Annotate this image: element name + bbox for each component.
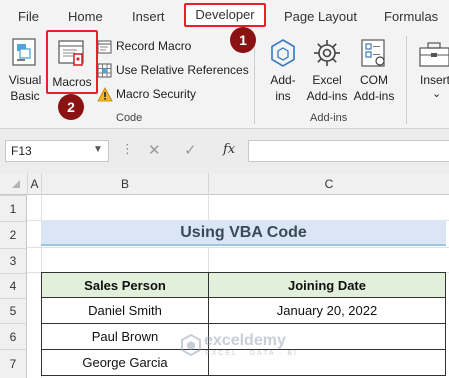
record-macro-button[interactable]: Record Macro bbox=[97, 38, 227, 56]
excel-add-ins-button[interactable]: Excel Add-ins bbox=[304, 34, 350, 104]
select-all-corner[interactable] bbox=[12, 180, 20, 188]
macro-security-button[interactable]: Macro Security bbox=[97, 86, 207, 104]
add-ins-label-line2: ins bbox=[275, 89, 291, 103]
com-add-ins-button[interactable]: COM Add-ins bbox=[351, 34, 397, 104]
use-relative-references-button[interactable]: Use Relative References bbox=[97, 62, 249, 80]
insert-caret-icon: ⌄ bbox=[432, 88, 442, 100]
enter-icon[interactable]: ✓ bbox=[184, 141, 197, 159]
tab-page-layout[interactable]: Page Layout bbox=[284, 9, 357, 24]
group-separator bbox=[254, 36, 255, 124]
header-cell-sales-person[interactable]: Sales Person bbox=[41, 272, 209, 298]
watermark-name: exceldemy bbox=[204, 332, 286, 349]
add-ins-icon bbox=[271, 39, 295, 67]
header-cell-joining-date[interactable]: Joining Date bbox=[208, 272, 446, 298]
tab-formulas[interactable]: Formulas bbox=[384, 9, 438, 24]
excel-add-ins-label-line1: Excel bbox=[312, 73, 342, 87]
table-cell[interactable]: Daniel Smith bbox=[41, 298, 209, 324]
add-ins-group-label: Add-ins bbox=[310, 112, 348, 124]
relative-references-icon bbox=[97, 63, 112, 78]
formula-bar-resize-handle[interactable]: ⋮ bbox=[121, 141, 134, 157]
record-macro-label: Record Macro bbox=[116, 39, 192, 53]
step-badge-2: 2 bbox=[58, 94, 84, 120]
com-add-ins-label-line1: COM bbox=[360, 73, 388, 87]
gridline bbox=[27, 247, 449, 248]
add-ins-button[interactable]: Add- ins bbox=[262, 34, 304, 104]
sheet-title-cell[interactable]: Using VBA Code bbox=[41, 220, 446, 246]
row-header-7[interactable]: 7 bbox=[0, 349, 27, 378]
ribbon-tab-bar: File Home Insert Developer Page Layout F… bbox=[0, 0, 449, 32]
com-add-ins-label-line2: Add-ins bbox=[353, 89, 395, 103]
warning-icon bbox=[97, 87, 113, 102]
insert-function-icon[interactable]: fx bbox=[223, 142, 235, 157]
gear-icon bbox=[314, 40, 340, 66]
row-header-4[interactable]: 4 bbox=[0, 273, 27, 298]
use-relative-references-label: Use Relative References bbox=[116, 63, 249, 77]
column-headers: A B C bbox=[0, 173, 449, 195]
macros-label: Macros bbox=[52, 75, 92, 89]
com-add-ins-icon bbox=[361, 39, 385, 67]
add-ins-label-line1: Add- bbox=[270, 73, 296, 87]
visual-basic-label-line2: Basic bbox=[10, 89, 40, 103]
visual-basic-label-line1: Visual bbox=[8, 73, 42, 87]
gridline bbox=[208, 195, 209, 220]
exceldemy-logo-icon bbox=[181, 334, 201, 356]
tab-home[interactable]: Home bbox=[68, 9, 103, 24]
tab-file[interactable]: File bbox=[18, 9, 39, 24]
tab-developer[interactable]: Developer bbox=[184, 3, 266, 27]
formula-bar: F13 ▼ ⋮ ✕ ✓ fx bbox=[0, 129, 449, 173]
code-group-label: Code bbox=[116, 112, 143, 124]
macro-security-label: Macro Security bbox=[116, 87, 197, 101]
column-header-c[interactable]: C bbox=[208, 173, 449, 195]
tab-insert[interactable]: Insert bbox=[132, 9, 165, 24]
row-header-2[interactable]: 2 bbox=[0, 221, 27, 248]
record-macro-icon bbox=[97, 40, 112, 54]
column-header-b[interactable]: B bbox=[41, 173, 208, 195]
insert-controls-button[interactable]: Insert ⌄ bbox=[412, 34, 449, 104]
visual-basic-icon bbox=[12, 38, 36, 66]
visual-basic-button[interactable]: Visual Basic bbox=[4, 34, 46, 104]
step-badge-1: 1 bbox=[230, 27, 256, 53]
row-header-3[interactable]: 3 bbox=[0, 248, 27, 273]
row-header-6[interactable]: 6 bbox=[0, 323, 27, 349]
row-header-5[interactable]: 5 bbox=[0, 298, 27, 323]
toolbox-icon bbox=[419, 42, 449, 67]
formula-input[interactable] bbox=[248, 140, 449, 162]
group-separator bbox=[406, 36, 407, 124]
macros-button[interactable]: Macros bbox=[49, 34, 95, 92]
watermark-tagline: EXCEL · DATA · BI bbox=[205, 350, 298, 357]
excel-add-ins-label-line2: Add-ins bbox=[306, 89, 348, 103]
name-box-dropdown-icon[interactable]: ▼ bbox=[93, 140, 103, 160]
row-header-1[interactable]: 1 bbox=[0, 195, 27, 221]
cancel-icon[interactable]: ✕ bbox=[148, 141, 161, 159]
gridline bbox=[208, 247, 209, 272]
table-cell[interactable]: January 20, 2022 bbox=[208, 298, 446, 324]
macros-icon bbox=[58, 40, 84, 66]
column-header-a[interactable]: A bbox=[27, 173, 41, 195]
